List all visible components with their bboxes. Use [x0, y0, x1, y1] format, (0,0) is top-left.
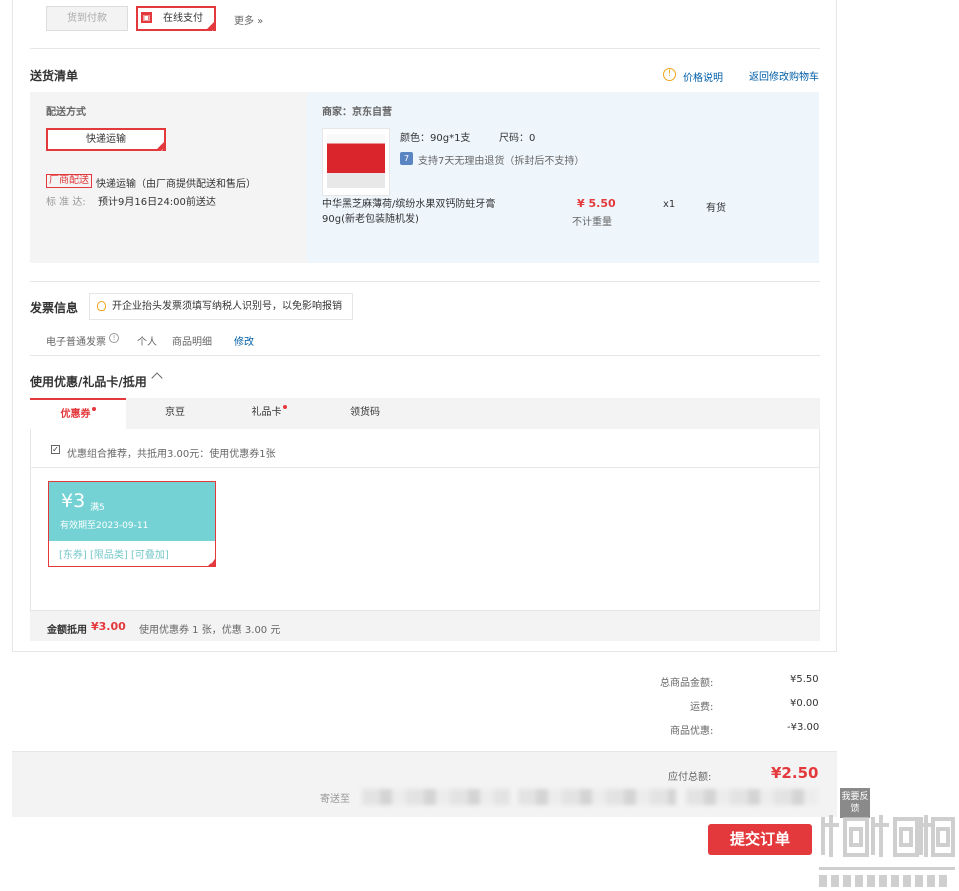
total-goods-value: ¥5.50: [790, 674, 819, 685]
invoice-content: 商品明细: [172, 337, 212, 348]
product-name-line2: 90g(新老包装随机发): [322, 214, 419, 225]
tab-gift-card[interactable]: 礼品卡: [224, 398, 314, 429]
express-method-label: 快递运输: [86, 134, 126, 145]
product-color: 颜色：90g*1支: [400, 133, 471, 144]
return-policy-text: 支持7天无理由退货（拆封后不支持）: [418, 156, 585, 167]
divider: [31, 467, 819, 468]
invoice-tip: 开企业抬头发票须填写纳税人识别号，以免影响报销: [89, 293, 353, 320]
coupon-expiry: 有效期至2023-09-11: [60, 521, 149, 531]
divider: [30, 355, 820, 356]
selected-corner-icon: [206, 21, 215, 43]
product-weight: 不计重量: [572, 217, 612, 228]
freight-value: ¥0.00: [790, 698, 819, 709]
divider: [30, 281, 820, 282]
selected-corner-icon: [156, 141, 165, 161]
freight-label: 运费:: [690, 702, 714, 713]
tab-redeem-code[interactable]: 领货码: [314, 398, 416, 429]
redacted-address: [518, 789, 676, 805]
redacted-address: [362, 789, 510, 805]
recommend-checkbox[interactable]: ✓: [51, 445, 60, 454]
return-policy-icon: 7: [400, 152, 413, 165]
coupon-tabs: 优惠券 京豆 礼品卡 领货码: [30, 398, 820, 429]
product-quantity: x1: [663, 199, 676, 210]
tab-coupon[interactable]: 优惠券: [30, 398, 126, 429]
invoice-edit-link[interactable]: 修改: [234, 333, 254, 348]
wallet-icon: ▣: [141, 12, 152, 23]
merchant-name: 商家：京东自营: [322, 107, 392, 118]
shipping-method-title: 配送方式: [46, 107, 86, 118]
product-name[interactable]: 中华黑芝麻薄荷/缤纷水果双钙防蛀牙膏 90g(新老包装随机发): [322, 197, 572, 227]
coupon-footer-bar: 金额抵用 ¥3.00 使用优惠券 1 张，优惠 3.00 元: [30, 611, 820, 641]
coupon-footer-label: 金额抵用: [47, 625, 87, 636]
submit-order-button[interactable]: 提交订单: [708, 824, 812, 855]
invoice-tip-text: 开企业抬头发票须填写纳税人识别号，以免影响报销: [112, 301, 342, 312]
invoice-title: 发票信息: [30, 301, 79, 315]
invoice-holder: 个人: [137, 337, 157, 348]
standard-delivery-label: 标 准 达:: [46, 197, 86, 208]
recommend-text: 优惠组合推荐，共抵用3.00元：使用优惠券1张: [67, 449, 276, 460]
delivery-list-title: 送货清单: [30, 69, 79, 83]
express-method-button[interactable]: 快递运输: [46, 128, 166, 161]
online-payment-label: 在线支付: [163, 13, 203, 24]
product-image[interactable]: [322, 128, 390, 196]
selected-corner-icon: [207, 558, 215, 566]
back-to-cart-link[interactable]: 返回修改购物车: [749, 68, 819, 83]
coupon-card[interactable]: ¥3 满5 有效期至2023-09-11 [东券] [限品类] [可叠加]: [48, 481, 216, 567]
standard-delivery-text: 预计9月16日24:00前送达: [98, 197, 216, 208]
info-icon: !: [663, 68, 676, 81]
vendor-delivery-text: 快递运输（由厂商提供配送和售后）: [96, 179, 256, 190]
coupon-card-header: ¥3 满5 有效期至2023-09-11: [49, 482, 215, 541]
divider: [30, 48, 820, 49]
discount-value: -¥3.00: [787, 722, 820, 733]
discount-label: 商品优惠:: [670, 726, 714, 737]
online-payment-button[interactable]: ▣ 在线支付: [136, 6, 216, 43]
product-price: ¥ 5.50: [577, 197, 616, 210]
ship-to-label: 寄送至: [320, 794, 350, 805]
toothpaste-box-icon: [327, 134, 385, 188]
redacted-address: [686, 789, 818, 805]
invoice-type: 电子普通发票: [46, 337, 106, 348]
coupon-amount: ¥3: [61, 490, 86, 512]
info-icon[interactable]: !: [109, 333, 119, 343]
total-goods-label: 总商品金额:: [660, 678, 714, 689]
site-watermark-logo: [819, 815, 955, 887]
vendor-delivery-badge: 厂商配送: [46, 174, 92, 188]
watermark-domain-shape: [819, 867, 955, 887]
payable-label: 应付总额:: [668, 772, 712, 783]
more-payment-link[interactable]: 更多 »: [234, 12, 263, 27]
product-name-line1: 中华黑芝麻薄荷/缤纷水果双钙防蛀牙膏: [322, 199, 496, 210]
lightbulb-icon: [97, 301, 106, 311]
payable-value: ¥2.50: [771, 764, 819, 782]
tab-jingdou[interactable]: 京豆: [126, 398, 224, 429]
coupon-section-title[interactable]: 使用优惠/礼品卡/抵用: [30, 373, 147, 390]
cod-payment-button[interactable]: 货到付款: [46, 6, 128, 31]
payable-box: 应付总额: ¥2.50 寄送至: [12, 751, 837, 817]
price-note-link[interactable]: 价格说明: [683, 69, 723, 84]
product-stock: 有货: [706, 203, 726, 214]
product-size: 尺码：0: [499, 133, 536, 144]
coupon-condition: 满5: [90, 503, 105, 513]
coupon-footer-amount: ¥3.00: [91, 620, 126, 633]
coupon-footer-text: 使用优惠券 1 张，优惠 3.00 元: [139, 625, 281, 636]
coupon-tags: [东券] [限品类] [可叠加]: [59, 550, 169, 561]
